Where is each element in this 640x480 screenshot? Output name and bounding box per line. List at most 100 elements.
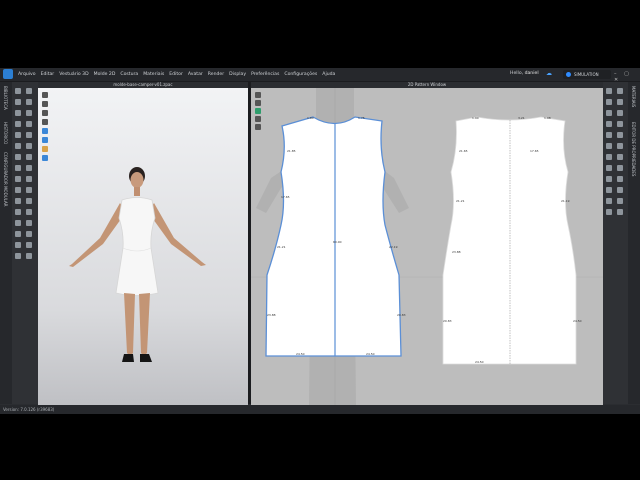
back-pattern-piece[interactable] [442,116,577,365]
annotation-icon[interactable] [606,176,612,182]
pose-icon[interactable] [26,154,32,160]
select-icon[interactable] [15,88,21,94]
back-measure-5: 17.65 [530,149,539,153]
avatar-icon[interactable] [26,143,32,149]
fold-arrangement-icon[interactable] [617,187,623,193]
trace-icon[interactable] [617,121,623,127]
brush-icon[interactable] [26,110,32,116]
elastic-icon[interactable] [26,253,32,259]
dress-3d[interactable] [115,197,159,296]
back-measure-3: 1.98 [544,116,551,120]
cloud-icon[interactable]: ☁ [546,71,554,77]
pattern-canvas[interactable]: 1.80 1.75 21.85 17.65 21.21 60.00 22.19 … [251,88,603,405]
back-measure-7: 21.19 [561,199,570,203]
grain-icon[interactable] [606,154,612,160]
ruler-icon[interactable] [26,132,32,138]
front-measure-11: 24.50 [366,352,375,356]
symmetry-icon[interactable] [606,187,612,193]
light-icon[interactable] [26,165,32,171]
stress-map-icon[interactable] [15,198,21,204]
tack-icon[interactable] [26,121,32,127]
grading-icon[interactable] [617,165,623,171]
menu-vestuario-3d[interactable]: Vestuário 3D [59,72,88,77]
menu-materiais[interactable]: Materiais [143,72,164,77]
free-sewing-icon[interactable] [617,132,623,138]
trim-icon[interactable] [15,231,21,237]
menu-render[interactable]: Render [208,72,224,77]
app-logo-icon [3,69,13,79]
render-icon[interactable] [26,176,32,182]
menu-preferencias[interactable]: Preferências [251,72,279,77]
user-greeting[interactable]: Hello, daniel [510,71,539,76]
menu-editor[interactable]: Editor [169,72,183,77]
measure-icon[interactable] [15,132,21,138]
tab-editor-propriedades[interactable]: EDITOR DE PROPRIEDADES [631,122,636,176]
avatar-render [69,167,206,362]
wire-icon[interactable] [15,187,21,193]
menu-ajuda[interactable]: Ajuda [322,72,335,77]
camera-icon[interactable] [15,165,21,171]
piping-icon[interactable] [15,253,21,259]
2d-add-point-icon[interactable] [255,124,261,130]
fit-map-icon[interactable] [15,209,21,215]
menu-arquivo[interactable]: Arquivo [18,72,36,77]
greeting-text: Hello, [510,71,524,76]
fabric-icon[interactable] [15,154,21,160]
graphic-icon[interactable] [15,242,21,248]
shading-icon[interactable] [26,209,32,215]
pin-icon[interactable] [15,110,21,116]
2d-curve-icon[interactable] [255,116,261,122]
back-measure-2: 3.21 [518,116,525,120]
segment-sewing-icon[interactable] [606,132,612,138]
3d-viewport[interactable] [38,88,248,405]
fold-icon[interactable] [15,121,21,127]
offset-icon[interactable] [606,198,612,204]
menu-editar[interactable]: Editar [41,72,55,77]
left-side-tabs: BIBLIOTECA HISTÓRICO CONFIGURADOR MODULA… [0,82,12,404]
seam-allowance-icon[interactable] [606,165,612,171]
slash-spread-icon[interactable] [617,198,623,204]
front-measure-9: 20.83 [397,313,406,317]
edit-pattern-icon[interactable] [617,88,623,94]
pleat-icon[interactable] [606,209,612,215]
avatar-right-shoe [140,354,152,362]
gather-icon[interactable] [617,209,623,215]
topstitch-icon[interactable] [26,231,32,237]
texture-icon[interactable] [15,176,21,182]
rotate-icon[interactable] [15,99,21,105]
2d-edit-point-icon[interactable] [255,108,261,114]
tab-historico[interactable]: HISTÓRICO [3,122,8,144]
front-measure-7: 22.19 [389,245,398,249]
rectangle-icon[interactable] [617,99,623,105]
menu-molde-2d[interactable]: Molde 2D [94,72,116,77]
2d-transform-icon[interactable] [255,100,261,106]
dart-icon[interactable] [606,121,612,127]
tab-biblioteca[interactable]: BIBLIOTECA [3,86,8,110]
menu-display[interactable]: Display [229,72,246,77]
measure-2d-icon[interactable] [617,176,623,182]
menu-avatar[interactable]: Avatar [188,72,203,77]
2d-pattern-window[interactable]: 1.80 1.75 21.85 17.65 21.21 60.00 22.19 … [251,88,603,405]
front-measure-6: 60.00 [333,240,342,244]
texture-edit-icon[interactable] [617,143,623,149]
puckering-icon[interactable] [26,242,32,248]
menu-configuracoes[interactable]: Configurações [284,72,317,77]
zipper-icon[interactable] [26,220,32,226]
internal-line-icon[interactable] [617,110,623,116]
strain-map-icon[interactable] [26,198,32,204]
check-sewing-icon[interactable] [606,143,612,149]
button-tool-icon[interactable] [15,220,21,226]
solid-icon[interactable] [26,187,32,193]
2d-select-icon[interactable] [255,92,261,98]
scale-icon[interactable] [26,99,32,105]
move-icon[interactable] [26,88,32,94]
menu-costura[interactable]: Costura [120,72,138,77]
circle-icon[interactable] [606,110,612,116]
garment-icon[interactable] [15,143,21,149]
pattern-select-icon[interactable] [606,88,612,94]
notch-icon[interactable] [617,154,623,160]
tab-configurador-modular[interactable]: CONFIGURADOR MODULAR [3,152,8,207]
polygon-icon[interactable] [606,99,612,105]
tab-materiais[interactable]: MATERIAIS [631,86,636,107]
simulation-toggle[interactable]: SIMULATION [563,70,611,79]
